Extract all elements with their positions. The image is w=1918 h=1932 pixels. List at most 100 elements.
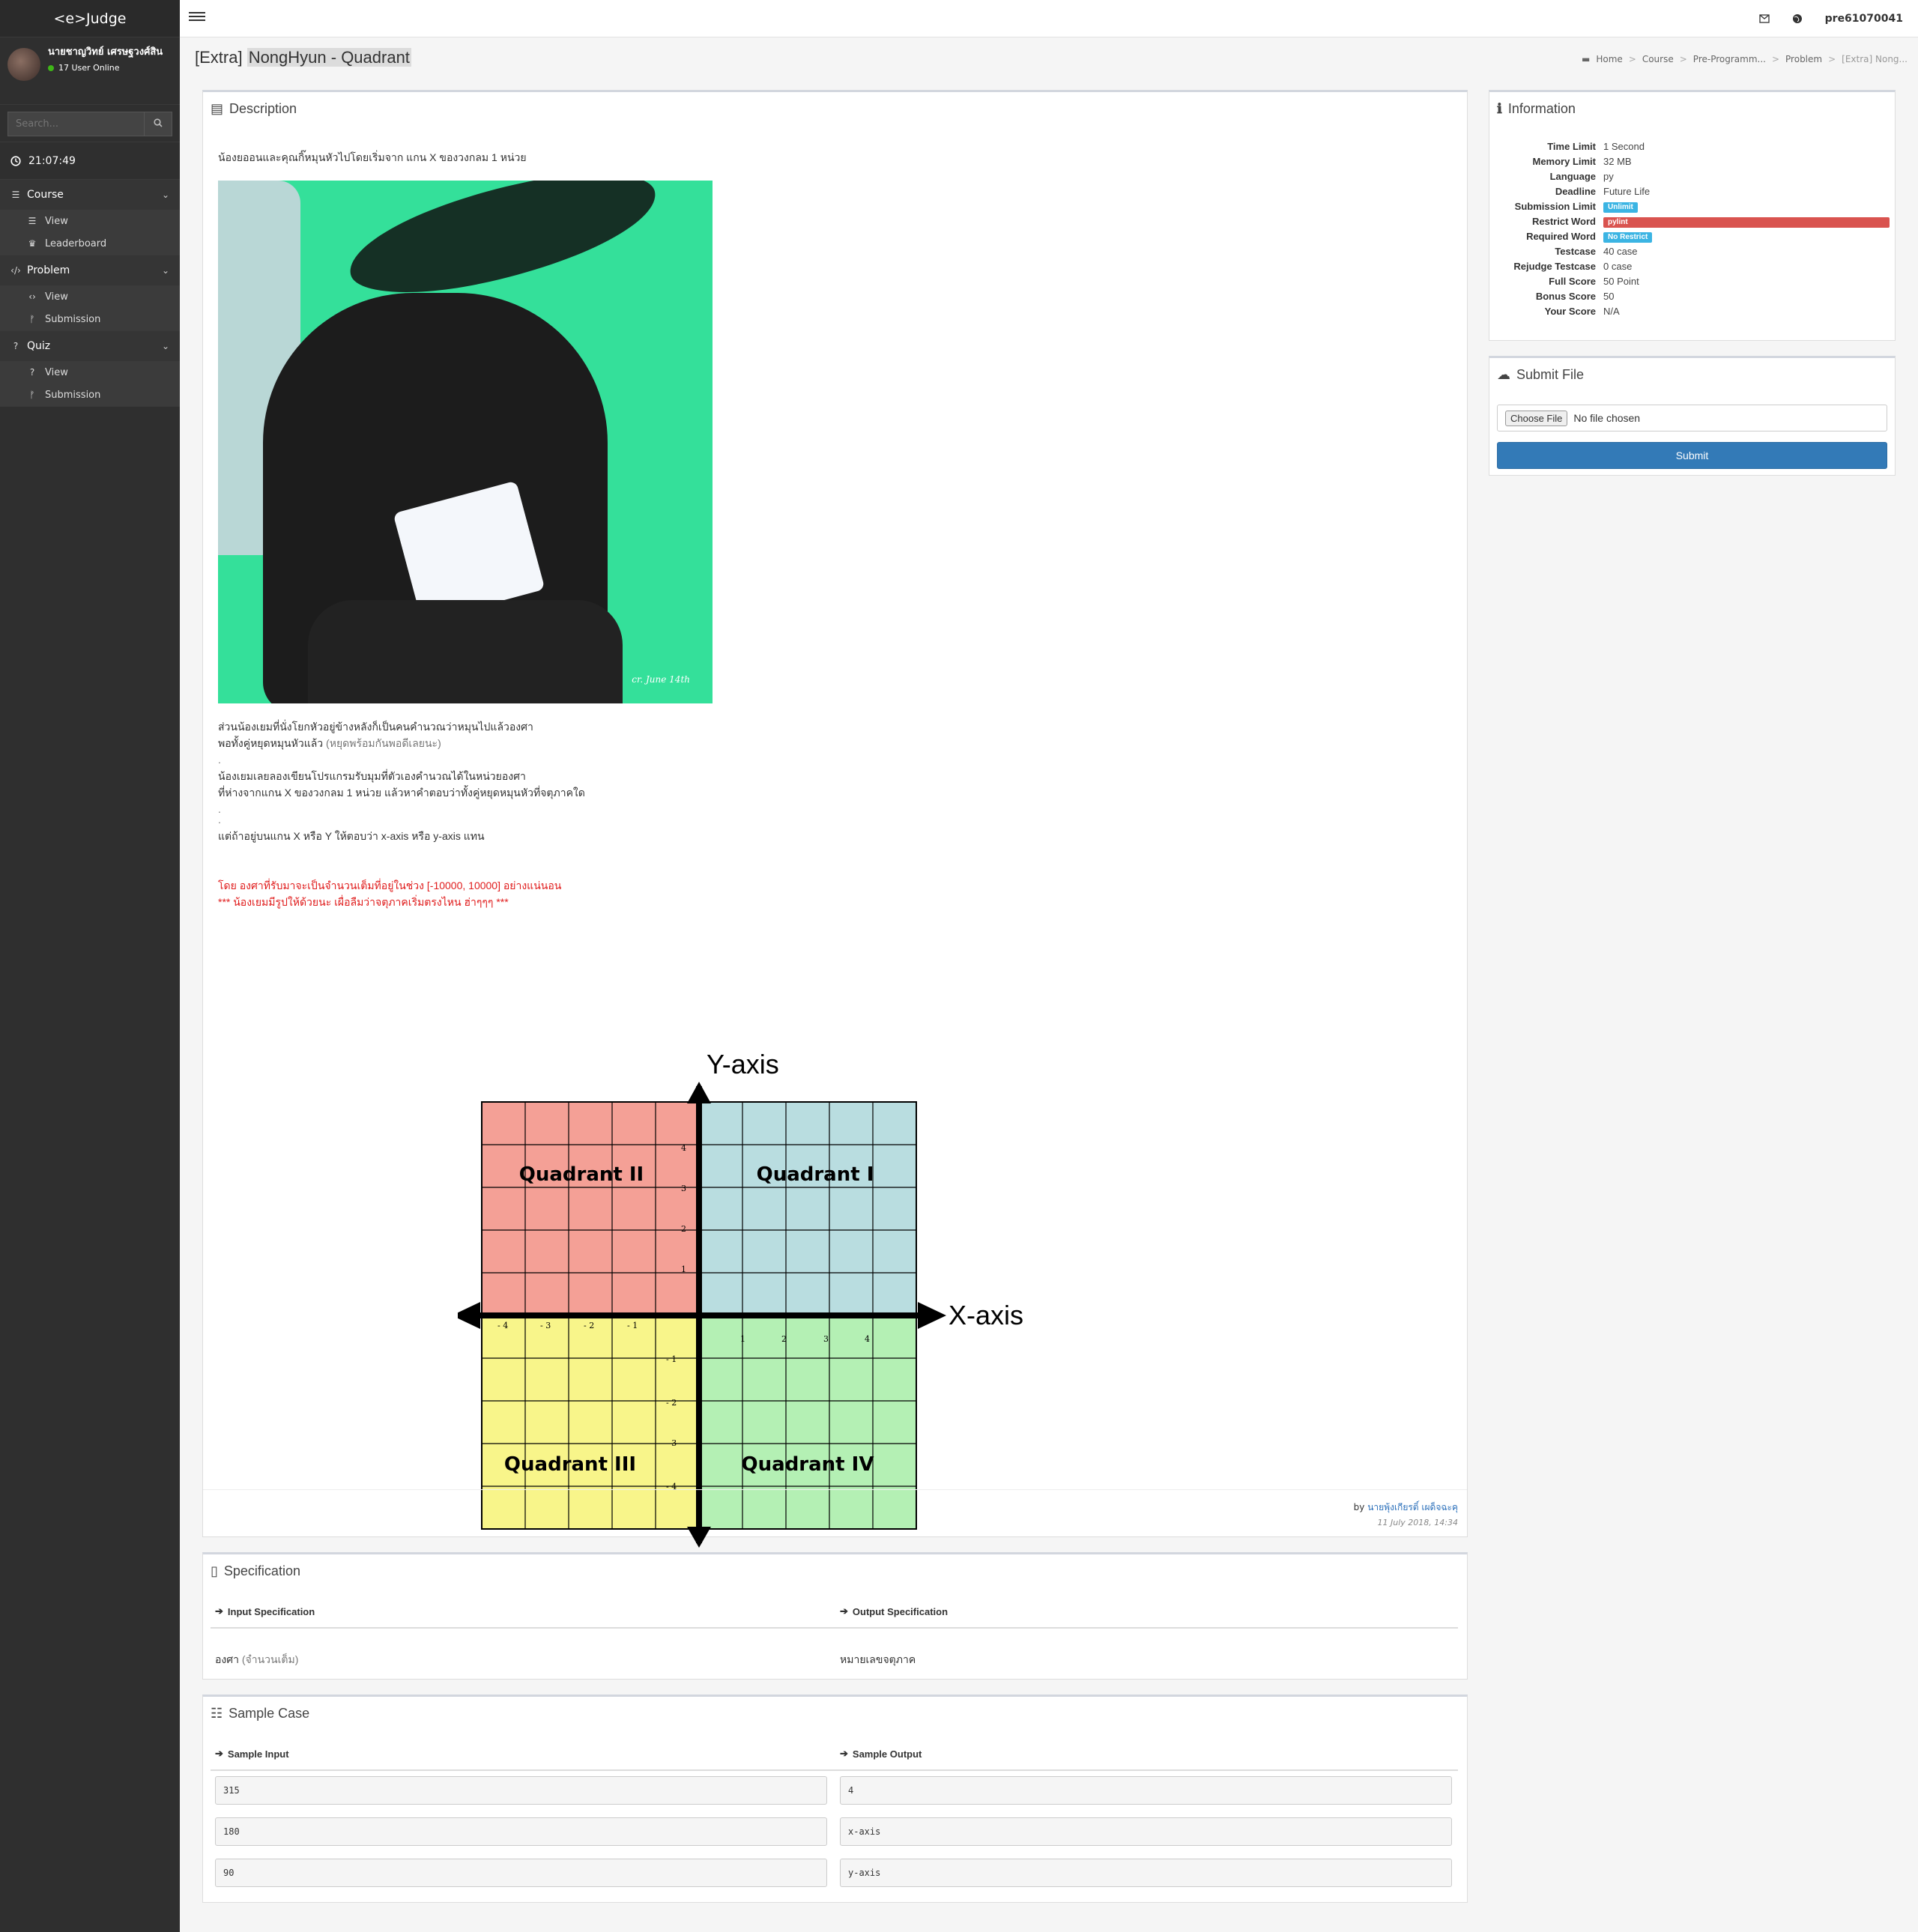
info-icon: ℹ: [1497, 101, 1502, 116]
tick-label: 2: [681, 1224, 686, 1234]
author-link[interactable]: นายพุ้งเกียรติ์ เผด็จฉะคุ: [1367, 1502, 1458, 1512]
input-spec-value-text: องศา: [215, 1653, 239, 1665]
nav-course[interactable]: ☰ Course ⌄: [0, 180, 180, 210]
search-input[interactable]: [7, 112, 145, 136]
info-key: Restrict Word: [1532, 215, 1596, 227]
dot-separator: .: [218, 754, 221, 766]
nav-problem-view[interactable]: ‹› View: [0, 285, 180, 308]
breadcrumb-course-name[interactable]: Pre-Programm...: [1693, 54, 1766, 64]
y-axis-up-arrow-icon: [687, 1082, 711, 1103]
brand-logo[interactable]: <e>Judge: [0, 0, 180, 37]
info-value: 32 MB: [1603, 155, 1632, 167]
avatar: [7, 48, 40, 81]
choose-file-button[interactable]: Choose File: [1505, 410, 1568, 426]
globe-icon[interactable]: [1792, 13, 1803, 24]
tick-label: - 1: [627, 1321, 638, 1330]
quadrant-2-label: Quadrant II: [519, 1163, 644, 1186]
sample-input-1[interactable]: 315: [215, 1776, 827, 1805]
dot-separator: .: [218, 814, 221, 826]
description-paragraphs: ส่วนน้องเยมที่นั่งโยกหัวอยู่ข้างหลังก็เป…: [218, 718, 1417, 910]
breadcrumb: ▬ Home > Course > Pre-Programm... > Problem…: [1581, 54, 1908, 64]
search-button[interactable]: [145, 112, 172, 136]
output-spec-title: ➔ Output Specification: [840, 1605, 948, 1617]
info-key: Time Limit: [1547, 140, 1596, 152]
nav-course-view[interactable]: ☰ View: [0, 210, 180, 232]
user-menu[interactable]: pre61070041: [1825, 13, 1903, 25]
code-icon: ‹›: [28, 291, 36, 302]
nav-course-leaderboard[interactable]: ♛ Leaderboard: [0, 232, 180, 255]
quadrant-4-area: [699, 1315, 916, 1529]
para1-line2-text: พอทั้งคู่หยุดหมุนหัวแล้ว: [218, 737, 324, 749]
sample-output-3[interactable]: y-axis: [840, 1859, 1452, 1887]
nav-quiz-submission[interactable]: ᚠ Submission: [0, 384, 180, 406]
info-value: 50: [1603, 290, 1615, 302]
breadcrumb-home[interactable]: Home: [1596, 54, 1622, 64]
sidebar: <e>Judge นายชาญวิทย์ เศรษฐวงศ์สิน 17 Use…: [0, 0, 180, 1932]
nav-group-quiz: ? Quiz ⌄ ? View ᚠ Submission: [0, 331, 180, 407]
nav-quiz-view[interactable]: ? View: [0, 361, 180, 384]
restrict-word-badge: pylint: [1603, 216, 1890, 228]
description-body: น้องยออนและคุณกิ๊หมุนหัวไปโดยเริ่มจาก แก…: [218, 149, 1454, 166]
sample-input-3[interactable]: 90: [215, 1859, 827, 1887]
info-key: Submission Limit: [1514, 200, 1596, 212]
chevron-down-icon: ⌄: [161, 265, 169, 276]
red-note-1: โดย องศาที่รับมาจะเป็นจำนวนเต็มที่อยู่ใน…: [218, 879, 562, 891]
sample-title: ☷ Sample Case: [203, 1697, 1467, 1730]
nav-item-label: View: [45, 215, 68, 227]
nav-problem-submission[interactable]: ᚠ Submission: [0, 308, 180, 330]
nav-quiz-label: Quiz: [27, 340, 51, 352]
x-axis-left-arrow-icon: [458, 1302, 480, 1329]
y-axis-label: Y-axis: [707, 1049, 779, 1079]
nav-item-label: Submission: [45, 313, 101, 325]
info-row: Rejudge Testcase 0 case: [1489, 258, 1896, 273]
info-key: Rejudge Testcase: [1513, 260, 1596, 272]
nav-group-problem: ‹/› Problem ⌄ ‹› View ᚠ Submission: [0, 255, 180, 331]
submit-button[interactable]: Submit: [1497, 442, 1887, 469]
required-word-badge: No Restrict: [1603, 231, 1653, 243]
sample-input-2[interactable]: 180: [215, 1817, 827, 1846]
trophy-icon: ♛: [28, 238, 37, 249]
folder-icon: ▬: [1581, 54, 1591, 64]
newspaper-icon: ▤: [211, 101, 224, 116]
document-icon: ▯: [211, 1563, 218, 1578]
breadcrumb-course[interactable]: Course: [1642, 54, 1674, 64]
mail-icon[interactable]: [1758, 14, 1770, 23]
x-axis-right-arrow-icon: [918, 1302, 946, 1329]
page-title-main: NongHyun - Quadrant: [246, 48, 411, 67]
nav-quiz[interactable]: ? Quiz ⌄: [0, 331, 180, 361]
file-input[interactable]: Choose File No file chosen: [1497, 405, 1887, 431]
intro-text: น้องยออนและคุณกิ๊หมุนหัวไปโดยเริ่มจาก แก…: [218, 151, 527, 163]
red-note-2: *** น้องเยมมีรูปให้ด้วยนะ เผื่อลืมว่าจตุ…: [218, 896, 509, 908]
list-ol-icon: ☷: [211, 1706, 223, 1721]
sign-in-icon: ➔: [215, 1748, 223, 1759]
photo-watermark: cr. June 14th: [632, 674, 690, 685]
tick-label: 4: [681, 1143, 686, 1153]
quadrant-1-label: Quadrant I: [757, 1163, 874, 1186]
para1-line1: ส่วนน้องเยมที่นั่งโยกหัวอยู่ข้างหลังก็เป…: [218, 721, 533, 733]
breadcrumb-problem[interactable]: Problem: [1785, 54, 1822, 64]
nav-problem[interactable]: ‹/› Problem ⌄: [0, 255, 180, 285]
tick-label: 1: [681, 1265, 686, 1274]
para3: แต่ถ้าอยู่บนแกน X หรือ Y ให้ตอบว่า x-axi…: [218, 830, 485, 842]
menu-toggle-icon[interactable]: [189, 10, 205, 26]
sample-output-1[interactable]: 4: [840, 1776, 1452, 1805]
sign-in-icon: ➔: [215, 1605, 223, 1617]
sample-title-text: Sample Case: [229, 1706, 310, 1721]
submit-title-text: Submit File: [1516, 367, 1585, 382]
output-spec-value: หมายเลขจตุภาค: [840, 1653, 916, 1665]
tick-label: 3: [823, 1334, 829, 1344]
clock: 21:07:49: [0, 142, 180, 180]
info-value: 50 Point: [1603, 275, 1639, 287]
info-key: Bonus Score: [1535, 290, 1596, 302]
quadrant-1-area: [699, 1102, 916, 1315]
breadcrumb-current: [Extra] Nong...: [1842, 54, 1908, 64]
info-row: Deadline Future Life: [1489, 184, 1896, 199]
info-row: Your Score N/A: [1489, 303, 1896, 318]
sample-output-title: ➔ Sample Output: [840, 1748, 922, 1760]
para2-line1: น้องเยมเลยลองเขียนโปรแกรมรับมุมที่ตัวเอง…: [218, 770, 526, 782]
input-spec-title-text: Input Specification: [227, 1605, 315, 1617]
description-title-text: Description: [229, 101, 297, 116]
info-key: Deadline: [1555, 185, 1596, 197]
nav-item-label: Submission: [45, 389, 101, 401]
sample-output-2[interactable]: x-axis: [840, 1817, 1452, 1846]
